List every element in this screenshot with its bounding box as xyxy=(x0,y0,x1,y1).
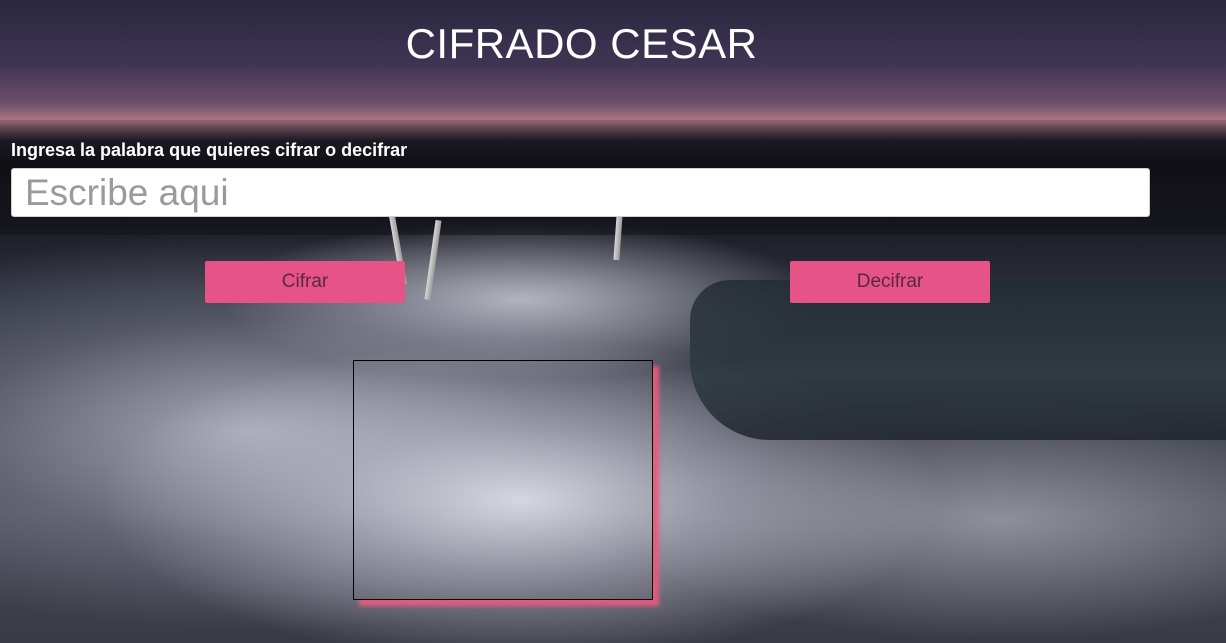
cifrar-button[interactable]: Cifrar xyxy=(205,261,405,303)
word-input[interactable] xyxy=(11,168,1150,217)
page-title: CIFRADO CESAR xyxy=(405,20,758,67)
result-box xyxy=(353,360,653,600)
background-water xyxy=(690,280,1226,440)
input-label: Ingresa la palabra que quieres cifrar o … xyxy=(11,140,408,160)
decifrar-button[interactable]: Decifrar xyxy=(790,261,990,303)
